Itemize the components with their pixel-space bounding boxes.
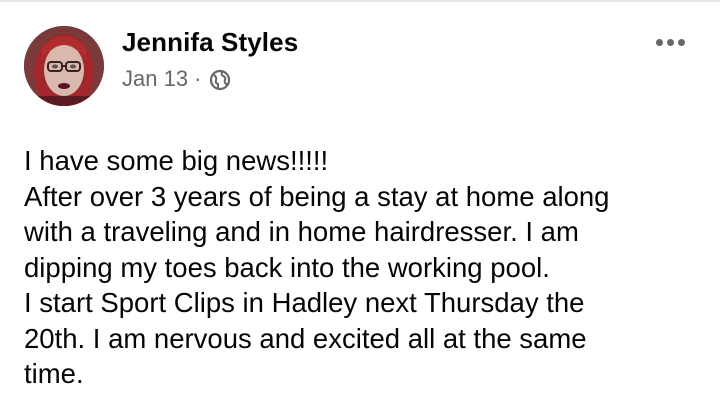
profile-photo [24, 26, 104, 106]
divider [0, 0, 720, 2]
post-text-line: I start Sport Clips in Hadley next Thurs… [24, 287, 585, 318]
globe-icon[interactable] [209, 69, 231, 91]
author-name[interactable]: Jennifa Styles [122, 27, 298, 57]
post-text-line: After over 3 years of being a stay at ho… [24, 180, 610, 212]
post-text-line: I have some big news!!!!! [24, 145, 329, 176]
more-options-button[interactable] [650, 30, 690, 54]
post-text-line: with a traveling and in home hairdresser… [24, 216, 579, 247]
post-meta: Jan 13 · [122, 66, 298, 92]
meta-separator: · [194, 66, 202, 91]
post-header: Jennifa Styles Jan 13 · [122, 27, 298, 92]
post-date[interactable]: Jan 13 [122, 66, 188, 92]
post-text-line: 20th. I am nervous and excited all at th… [24, 322, 587, 354]
post-body: I have some big news!!!!! After over 3 y… [24, 143, 704, 392]
avatar[interactable] [24, 26, 104, 106]
post-text-line: time. [24, 358, 84, 389]
post-text-line: dipping my toes back into the working po… [24, 251, 550, 283]
more-options-icon [655, 38, 663, 46]
facebook-post: Jennifa Styles Jan 13 · I have some big … [0, 0, 720, 419]
